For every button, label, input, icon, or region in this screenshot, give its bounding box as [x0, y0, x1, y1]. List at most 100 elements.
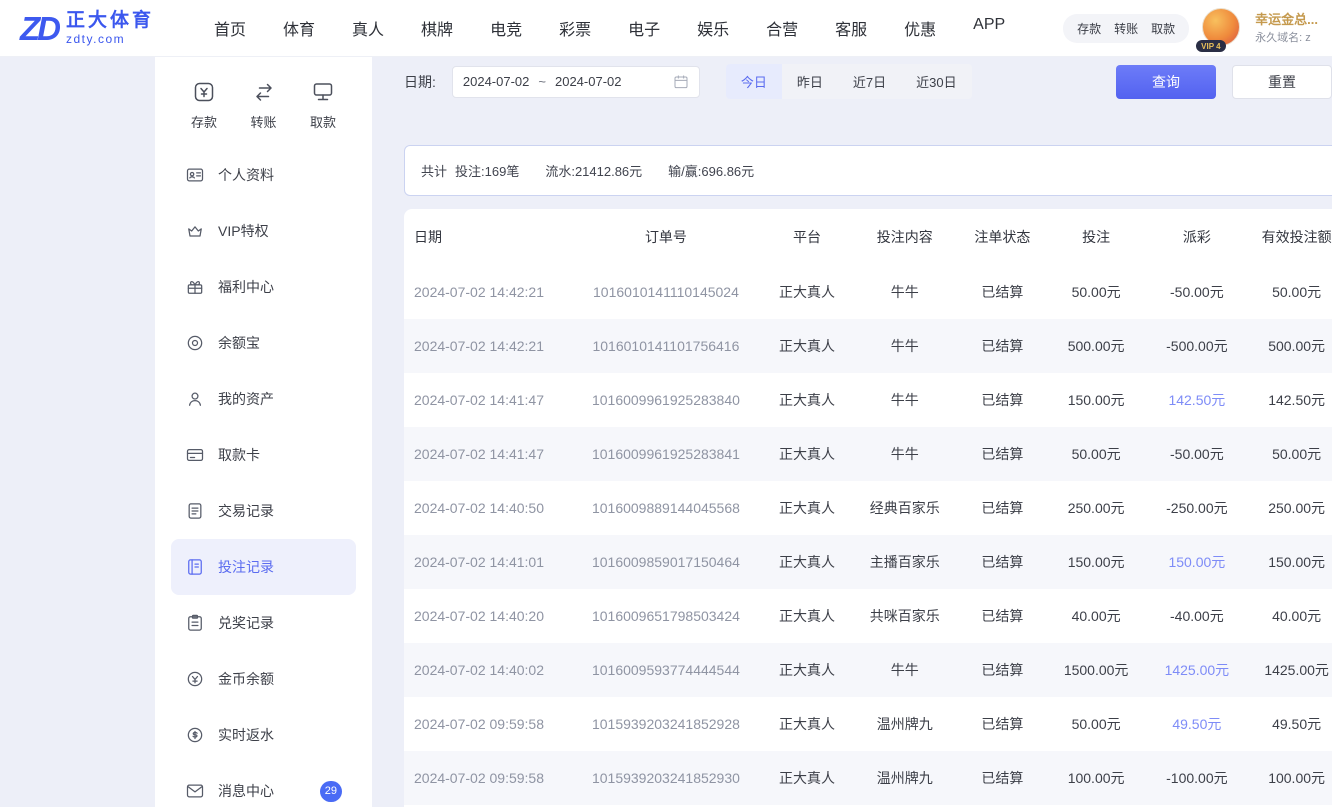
- header-transfer-link[interactable]: 转账: [1114, 20, 1138, 37]
- crown-icon: [185, 221, 205, 241]
- sidebar-item-messages[interactable]: 消息中心 29: [171, 763, 356, 807]
- sidebar-item-label: 交易记录: [218, 501, 274, 521]
- bet-records-table-card: 日期 订单号 平台 投注内容 注单状态 投注 派彩 有效投注额 2024-07-…: [404, 209, 1332, 807]
- sidebar-item-label: 投注记录: [218, 557, 274, 577]
- username[interactable]: 幸运金总...: [1255, 10, 1318, 30]
- cell-date: 2024-07-02 14:41:47: [404, 427, 570, 481]
- nav-item-entertainment[interactable]: 娱乐: [697, 16, 729, 40]
- sidebar-quick-withdraw[interactable]: 取款: [298, 80, 348, 131]
- bet-table-body: 2024-07-02 14:42:211016010141110145024正大…: [404, 265, 1332, 805]
- cell-status: 已结算: [957, 697, 1048, 751]
- withdraw-icon: [311, 80, 335, 104]
- nav-item-partnership[interactable]: 合营: [766, 16, 798, 40]
- sidebar-quick-transfer[interactable]: 转账: [239, 80, 289, 131]
- gift-icon: [185, 277, 205, 297]
- sidebar-item-withdraw-card[interactable]: 取款卡: [171, 427, 356, 483]
- sidebar-item-bet-records[interactable]: 投注记录: [171, 539, 356, 595]
- nav-item-support[interactable]: 客服: [835, 16, 867, 40]
- cell-bet-amount: 100.00元: [1048, 751, 1145, 805]
- cell-bet-amount: 500.00元: [1048, 319, 1145, 373]
- cell-platform: 正大真人: [762, 535, 853, 589]
- sidebar-item-label: VIP特权: [218, 221, 269, 241]
- cell-bet-amount: 50.00元: [1048, 697, 1145, 751]
- sidebar: 存款 转账 取款 个人资料 VIP特权 福利中心: [155, 56, 372, 807]
- sidebar-item-rebate[interactable]: 实时返水: [171, 707, 356, 763]
- header-withdraw-link[interactable]: 取款: [1151, 20, 1175, 37]
- header-quick-links: 存款 转账 取款: [1063, 14, 1189, 43]
- left-gutter: [0, 56, 155, 807]
- summary-turnover: 流水:21412.86元: [545, 161, 642, 180]
- search-button[interactable]: 查询: [1116, 65, 1216, 99]
- range-last30days-button[interactable]: 近30日: [901, 64, 971, 99]
- col-header-valid-bet: 有效投注额: [1249, 209, 1332, 265]
- cell-date: 2024-07-02 14:40:50: [404, 481, 570, 535]
- table-row: 2024-07-02 14:40:501016009889144045568正大…: [404, 481, 1332, 535]
- sidebar-item-label: 兑奖记录: [218, 613, 274, 633]
- sidebar-item-yuebao[interactable]: 余额宝: [171, 315, 356, 371]
- cell-payout: -500.00元: [1144, 319, 1249, 373]
- sidebar-quick-actions: 存款 转账 取款: [171, 80, 356, 147]
- sidebar-item-label: 余额宝: [218, 333, 260, 353]
- nav-item-home[interactable]: 首页: [214, 16, 246, 40]
- range-yesterday-button[interactable]: 昨日: [782, 64, 838, 99]
- cell-platform: 正大真人: [762, 265, 853, 319]
- quick-range-group: 今日 昨日 近7日 近30日: [726, 64, 972, 99]
- table-row: 2024-07-02 14:42:211016010141110145024正大…: [404, 265, 1332, 319]
- cell-order-no: 1016009961925283840: [570, 373, 761, 427]
- clipboard-icon: [185, 613, 205, 633]
- sidebar-item-vip[interactable]: VIP特权: [171, 203, 356, 259]
- cell-platform: 正大真人: [762, 697, 853, 751]
- reset-button[interactable]: 重置: [1232, 65, 1332, 99]
- sidebar-item-transactions[interactable]: 交易记录: [171, 483, 356, 539]
- cell-payout: 49.50元: [1144, 697, 1249, 751]
- cell-platform: 正大真人: [762, 427, 853, 481]
- cell-payout: 142.50元: [1144, 373, 1249, 427]
- brand-name: 正大体育: [66, 10, 154, 32]
- cell-order-no: 1016009593774444544: [570, 643, 761, 697]
- nav-item-app[interactable]: APP: [973, 16, 1005, 40]
- sidebar-item-redeem-records[interactable]: 兑奖记录: [171, 595, 356, 651]
- date-range-input[interactable]: 2024-07-02 ~ 2024-07-02: [452, 66, 700, 98]
- nav-item-lottery[interactable]: 彩票: [559, 16, 591, 40]
- quick-action-label: 取款: [310, 112, 336, 131]
- sidebar-item-assets[interactable]: 我的资产: [171, 371, 356, 427]
- sidebar-item-welfare[interactable]: 福利中心: [171, 259, 356, 315]
- envelope-icon: [185, 781, 205, 801]
- cell-status: 已结算: [957, 535, 1048, 589]
- nav-item-slots[interactable]: 电子: [628, 16, 660, 40]
- filter-row: 日期: 2024-07-02 ~ 2024-07-02 今日 昨日 近7日 近3…: [404, 64, 1332, 99]
- cell-date: 2024-07-02 14:40:02: [404, 643, 570, 697]
- cell-status: 已结算: [957, 427, 1048, 481]
- table-row: 2024-07-02 14:42:211016010141101756416正大…: [404, 319, 1332, 373]
- cell-bet-content: 牛牛: [852, 319, 957, 373]
- col-header-status: 注单状态: [957, 209, 1048, 265]
- sidebar-quick-deposit[interactable]: 存款: [179, 80, 229, 131]
- table-row: 2024-07-02 14:40:021016009593774444544正大…: [404, 643, 1332, 697]
- cell-bet-amount: 250.00元: [1048, 481, 1145, 535]
- sidebar-item-coin-balance[interactable]: 金币余额: [171, 651, 356, 707]
- cell-status: 已结算: [957, 373, 1048, 427]
- brand-logo[interactable]: ZD 正大体育 zdty.com: [20, 10, 198, 46]
- nav-item-esports[interactable]: 电竞: [490, 16, 522, 40]
- cell-bet-content: 主播百家乐: [852, 535, 957, 589]
- top-header: ZD 正大体育 zdty.com 首页 体育 真人 棋牌 电竞 彩票 电子 娱乐…: [0, 0, 1332, 56]
- nav-item-live-casino[interactable]: 真人: [352, 16, 384, 40]
- bet-records-table: 日期 订单号 平台 投注内容 注单状态 投注 派彩 有效投注额 2024-07-…: [404, 209, 1332, 805]
- sidebar-item-profile[interactable]: 个人资料: [171, 147, 356, 203]
- cell-platform: 正大真人: [762, 373, 853, 427]
- cell-valid-bet: 100.00元: [1249, 751, 1332, 805]
- permanent-domain-note: 永久域名: z: [1255, 30, 1318, 47]
- range-last7days-button[interactable]: 近7日: [838, 64, 901, 99]
- nav-item-chess-cards[interactable]: 棋牌: [421, 16, 453, 40]
- nav-item-promotions[interactable]: 优惠: [904, 16, 936, 40]
- sidebar-item-label: 福利中心: [218, 277, 274, 297]
- header-deposit-link[interactable]: 存款: [1077, 20, 1101, 37]
- messages-count-badge: 29: [320, 781, 342, 802]
- nav-item-sports[interactable]: 体育: [283, 16, 315, 40]
- range-today-button[interactable]: 今日: [726, 64, 782, 99]
- sidebar-item-label: 消息中心: [218, 781, 274, 801]
- brand-domain: zdty.com: [66, 32, 154, 46]
- cell-date: 2024-07-02 14:42:21: [404, 265, 570, 319]
- cell-platform: 正大真人: [762, 481, 853, 535]
- avatar[interactable]: VIP 4: [1202, 8, 1242, 48]
